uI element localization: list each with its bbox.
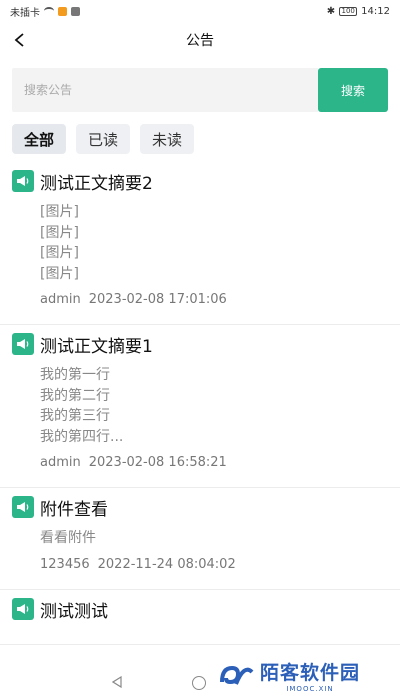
announcement-item[interactable]: 测试正文摘要1 我的第一行 我的第二行 我的第三行 我的第四行... admin… <box>0 325 400 488</box>
watermark-logo: 陌客软件园 IMOOC.XIN <box>218 652 398 698</box>
home-circle-icon[interactable] <box>192 676 206 690</box>
search-input[interactable] <box>12 68 318 112</box>
filter-read[interactable]: 已读 <box>76 124 131 154</box>
filter-tabs: 全部 已读 未读 <box>12 124 195 156</box>
announcement-line: 我的第三行 <box>40 408 110 424</box>
announcement-datetime: 2023-02-08 16:58:21 <box>88 455 227 470</box>
announcement-item[interactable]: 附件查看 看看附件 123456 2022-11-24 08:04:02 <box>0 488 400 590</box>
filter-all[interactable]: 全部 <box>12 124 67 154</box>
bluetooth-icon: ✱ <box>326 5 336 17</box>
announcement-datetime: 2022-11-24 08:04:02 <box>97 556 236 572</box>
announcement-line: 我的第二行 <box>40 387 110 404</box>
announcement-meta: admin 2023-02-08 16:58:21 <box>40 453 388 473</box>
announcement-line: [图片] <box>40 204 79 220</box>
carrier-text: 未插卡 <box>10 7 40 19</box>
announcement-meta: 123456 2022-11-24 08:04:02 <box>40 555 388 575</box>
megaphone-icon <box>12 496 34 518</box>
page-title: 公告 <box>186 33 214 49</box>
announcement-author: admin <box>40 455 81 470</box>
megaphone-icon <box>12 333 34 355</box>
battery-icon: 100 <box>339 6 358 16</box>
watermark-icon <box>220 665 254 685</box>
app-icon <box>71 6 80 16</box>
announcement-author: admin <box>40 292 81 307</box>
announcement-author: 123456 <box>40 556 90 572</box>
status-left: 未插卡 <box>10 4 80 19</box>
nav-bar: 公告 <box>0 22 400 58</box>
announcement-line: 我的第四行... <box>40 428 124 445</box>
megaphone-icon <box>12 597 34 620</box>
status-time: 14:12 <box>361 5 390 17</box>
announcement-line: [图片] <box>40 245 79 261</box>
announcement-line: [图片] <box>40 265 79 282</box>
notification-icon <box>58 6 67 16</box>
status-right: ✱ 100 14:12 <box>327 6 390 17</box>
status-bar: 未插卡 ✱ 100 14:12 <box>0 0 400 22</box>
watermark-name: 陌客软件园 <box>260 661 361 684</box>
filter-unread[interactable]: 未读 <box>140 124 195 154</box>
chevron-left-icon <box>14 33 24 47</box>
megaphone-icon <box>12 170 34 192</box>
watermark-text: 陌客软件园 IMOOC.XIN <box>260 658 360 693</box>
announcement-title: 附件查看 <box>40 500 108 520</box>
announcement-item[interactable]: 测试测试 <box>0 590 400 645</box>
announcement-title: 测试正文摘要1 <box>40 337 153 357</box>
watermark-url: IMOOC.XIN <box>286 684 334 693</box>
announcement-list: 测试正文摘要2 [图片] [图片] [图片] [图片] admin 2023-02… <box>0 162 400 700</box>
announcement-line: 我的第一行 <box>40 367 110 383</box>
triangle-back-icon[interactable] <box>112 676 122 688</box>
search-button[interactable]: 搜索 <box>318 68 388 112</box>
search-bar: 搜索 <box>12 68 388 112</box>
announcement-line: 看看附件 <box>40 530 96 546</box>
announcement-line: [图片] <box>40 224 79 241</box>
wifi-icon <box>44 7 54 15</box>
announcement-item[interactable]: 测试正文摘要2 [图片] [图片] [图片] [图片] admin 2023-02… <box>0 162 400 325</box>
announcement-meta: admin 2023-02-08 17:01:06 <box>40 290 388 310</box>
announcement-datetime: 2023-02-08 17:01:06 <box>88 292 227 307</box>
back-button[interactable] <box>6 26 34 54</box>
announcement-title: 测试测试 <box>40 601 108 622</box>
announcement-title: 测试正文摘要2 <box>40 174 153 194</box>
